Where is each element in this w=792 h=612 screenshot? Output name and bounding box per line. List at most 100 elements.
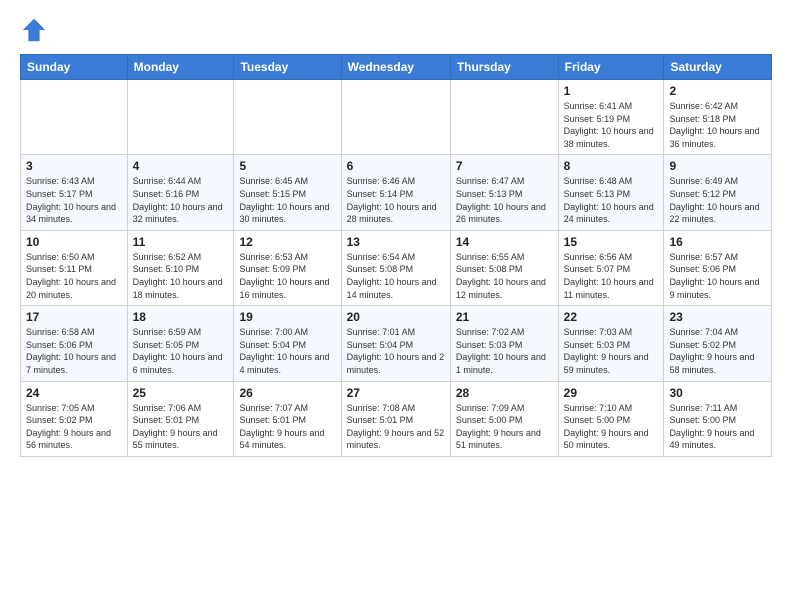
day-info: Sunrise: 7:10 AMSunset: 5:00 PMDaylight:… (564, 402, 659, 452)
day-cell: 14 Sunrise: 6:55 AMSunset: 5:08 PMDayligh… (450, 230, 558, 305)
calendar-header-row: SundayMondayTuesdayWednesdayThursdayFrid… (21, 55, 772, 80)
day-number: 9 (669, 159, 766, 173)
day-info: Sunrise: 6:43 AMSunset: 5:17 PMDaylight:… (26, 175, 122, 225)
day-info: Sunrise: 6:50 AMSunset: 5:11 PMDaylight:… (26, 251, 122, 301)
day-cell (21, 80, 128, 155)
day-cell: 29 Sunrise: 7:10 AMSunset: 5:00 PMDayligh… (558, 381, 664, 456)
day-info: Sunrise: 7:08 AMSunset: 5:01 PMDaylight:… (347, 402, 445, 452)
day-info: Sunrise: 6:44 AMSunset: 5:16 PMDaylight:… (133, 175, 229, 225)
day-number: 12 (239, 235, 335, 249)
day-cell: 9 Sunrise: 6:49 AMSunset: 5:12 PMDaylight… (664, 155, 772, 230)
week-row-1: 1 Sunrise: 6:41 AMSunset: 5:19 PMDaylight… (21, 80, 772, 155)
day-cell: 25Sunrise: 7:06 AMSunset: 5:01 PMDayligh… (127, 381, 234, 456)
page: SundayMondayTuesdayWednesdayThursdayFrid… (0, 0, 792, 467)
day-info: Sunrise: 7:04 AMSunset: 5:02 PMDaylight:… (669, 326, 766, 376)
week-row-3: 10Sunrise: 6:50 AMSunset: 5:11 PMDayligh… (21, 230, 772, 305)
day-cell: 15 Sunrise: 6:56 AMSunset: 5:07 PMDayligh… (558, 230, 664, 305)
day-cell: 6 Sunrise: 6:46 AMSunset: 5:14 PMDaylight… (341, 155, 450, 230)
day-cell: 2Sunrise: 6:42 AMSunset: 5:18 PMDaylight… (664, 80, 772, 155)
day-number: 2 (669, 84, 766, 98)
day-cell (450, 80, 558, 155)
day-cell: 8 Sunrise: 6:48 AMSunset: 5:13 PMDaylight… (558, 155, 664, 230)
col-header-friday: Friday (558, 55, 664, 80)
day-info: Sunrise: 6:58 AMSunset: 5:06 PMDaylight:… (26, 326, 122, 376)
day-cell: 17Sunrise: 6:58 AMSunset: 5:06 PMDayligh… (21, 306, 128, 381)
day-number: 18 (133, 310, 229, 324)
day-info: Sunrise: 7:11 AMSunset: 5:00 PMDaylight:… (669, 402, 766, 452)
day-info: Sunrise: 6:41 AMSunset: 5:19 PMDaylight:… (564, 100, 659, 150)
day-number: 26 (239, 386, 335, 400)
col-header-saturday: Saturday (664, 55, 772, 80)
header (20, 16, 772, 44)
day-number: 4 (133, 159, 229, 173)
logo (20, 16, 50, 44)
calendar: SundayMondayTuesdayWednesdayThursdayFrid… (20, 54, 772, 457)
day-info: Sunrise: 6:55 AMSunset: 5:08 PMDaylight:… (456, 251, 553, 301)
day-number: 13 (347, 235, 445, 249)
day-cell: 1 Sunrise: 6:41 AMSunset: 5:19 PMDaylight… (558, 80, 664, 155)
day-info: Sunrise: 7:09 AMSunset: 5:00 PMDaylight:… (456, 402, 553, 452)
col-header-tuesday: Tuesday (234, 55, 341, 80)
day-info: Sunrise: 6:52 AMSunset: 5:10 PMDaylight:… (133, 251, 229, 301)
week-row-2: 3 Sunrise: 6:43 AMSunset: 5:17 PMDaylight… (21, 155, 772, 230)
day-number: 27 (347, 386, 445, 400)
day-number: 7 (456, 159, 553, 173)
day-info: Sunrise: 6:54 AMSunset: 5:08 PMDaylight:… (347, 251, 445, 301)
day-info: Sunrise: 7:02 AMSunset: 5:03 PMDaylight:… (456, 326, 553, 376)
day-info: Sunrise: 6:57 AMSunset: 5:06 PMDaylight:… (669, 251, 766, 301)
day-info: Sunrise: 6:56 AMSunset: 5:07 PMDaylight:… (564, 251, 659, 301)
day-cell: 28 Sunrise: 7:09 AMSunset: 5:00 PMDayligh… (450, 381, 558, 456)
day-number: 14 (456, 235, 553, 249)
day-cell: 16 Sunrise: 6:57 AMSunset: 5:06 PMDayligh… (664, 230, 772, 305)
logo-icon (20, 16, 48, 44)
day-cell (341, 80, 450, 155)
col-header-thursday: Thursday (450, 55, 558, 80)
day-number: 8 (564, 159, 659, 173)
day-info: Sunrise: 6:47 AMSunset: 5:13 PMDaylight:… (456, 175, 553, 225)
day-number: 19 (239, 310, 335, 324)
day-number: 3 (26, 159, 122, 173)
day-info: Sunrise: 7:07 AMSunset: 5:01 PMDaylight:… (239, 402, 335, 452)
week-row-4: 17Sunrise: 6:58 AMSunset: 5:06 PMDayligh… (21, 306, 772, 381)
day-number: 28 (456, 386, 553, 400)
day-cell: 12Sunrise: 6:53 AMSunset: 5:09 PMDayligh… (234, 230, 341, 305)
day-info: Sunrise: 7:01 AMSunset: 5:04 PMDaylight:… (347, 326, 445, 376)
col-header-wednesday: Wednesday (341, 55, 450, 80)
day-cell: 7 Sunrise: 6:47 AMSunset: 5:13 PMDaylight… (450, 155, 558, 230)
day-cell: 18 Sunrise: 6:59 AMSunset: 5:05 PMDayligh… (127, 306, 234, 381)
day-info: Sunrise: 6:59 AMSunset: 5:05 PMDaylight:… (133, 326, 229, 376)
day-number: 21 (456, 310, 553, 324)
day-info: Sunrise: 7:05 AMSunset: 5:02 PMDaylight:… (26, 402, 122, 452)
day-number: 15 (564, 235, 659, 249)
day-cell: 27 Sunrise: 7:08 AMSunset: 5:01 PMDayligh… (341, 381, 450, 456)
week-row-5: 24 Sunrise: 7:05 AMSunset: 5:02 PMDayligh… (21, 381, 772, 456)
day-number: 5 (239, 159, 335, 173)
day-cell: 20 Sunrise: 7:01 AMSunset: 5:04 PMDayligh… (341, 306, 450, 381)
day-info: Sunrise: 6:46 AMSunset: 5:14 PMDaylight:… (347, 175, 445, 225)
col-header-sunday: Sunday (21, 55, 128, 80)
day-number: 20 (347, 310, 445, 324)
col-header-monday: Monday (127, 55, 234, 80)
day-info: Sunrise: 7:06 AMSunset: 5:01 PMDaylight:… (133, 402, 229, 452)
day-cell: 26 Sunrise: 7:07 AMSunset: 5:01 PMDayligh… (234, 381, 341, 456)
day-cell: 10Sunrise: 6:50 AMSunset: 5:11 PMDayligh… (21, 230, 128, 305)
day-cell: 13 Sunrise: 6:54 AMSunset: 5:08 PMDayligh… (341, 230, 450, 305)
day-cell: 23 Sunrise: 7:04 AMSunset: 5:02 PMDayligh… (664, 306, 772, 381)
day-cell: 11 Sunrise: 6:52 AMSunset: 5:10 PMDayligh… (127, 230, 234, 305)
day-cell: 22Sunrise: 7:03 AMSunset: 5:03 PMDayligh… (558, 306, 664, 381)
day-number: 6 (347, 159, 445, 173)
day-number: 16 (669, 235, 766, 249)
day-number: 22 (564, 310, 659, 324)
day-number: 24 (26, 386, 122, 400)
day-cell: 3 Sunrise: 6:43 AMSunset: 5:17 PMDaylight… (21, 155, 128, 230)
day-cell: 30Sunrise: 7:11 AMSunset: 5:00 PMDayligh… (664, 381, 772, 456)
day-number: 1 (564, 84, 659, 98)
day-cell: 5Sunrise: 6:45 AMSunset: 5:15 PMDaylight… (234, 155, 341, 230)
day-info: Sunrise: 7:00 AMSunset: 5:04 PMDaylight:… (239, 326, 335, 376)
day-number: 11 (133, 235, 229, 249)
day-number: 23 (669, 310, 766, 324)
day-cell: 19 Sunrise: 7:00 AMSunset: 5:04 PMDayligh… (234, 306, 341, 381)
day-number: 29 (564, 386, 659, 400)
day-info: Sunrise: 6:48 AMSunset: 5:13 PMDaylight:… (564, 175, 659, 225)
day-info: Sunrise: 6:49 AMSunset: 5:12 PMDaylight:… (669, 175, 766, 225)
